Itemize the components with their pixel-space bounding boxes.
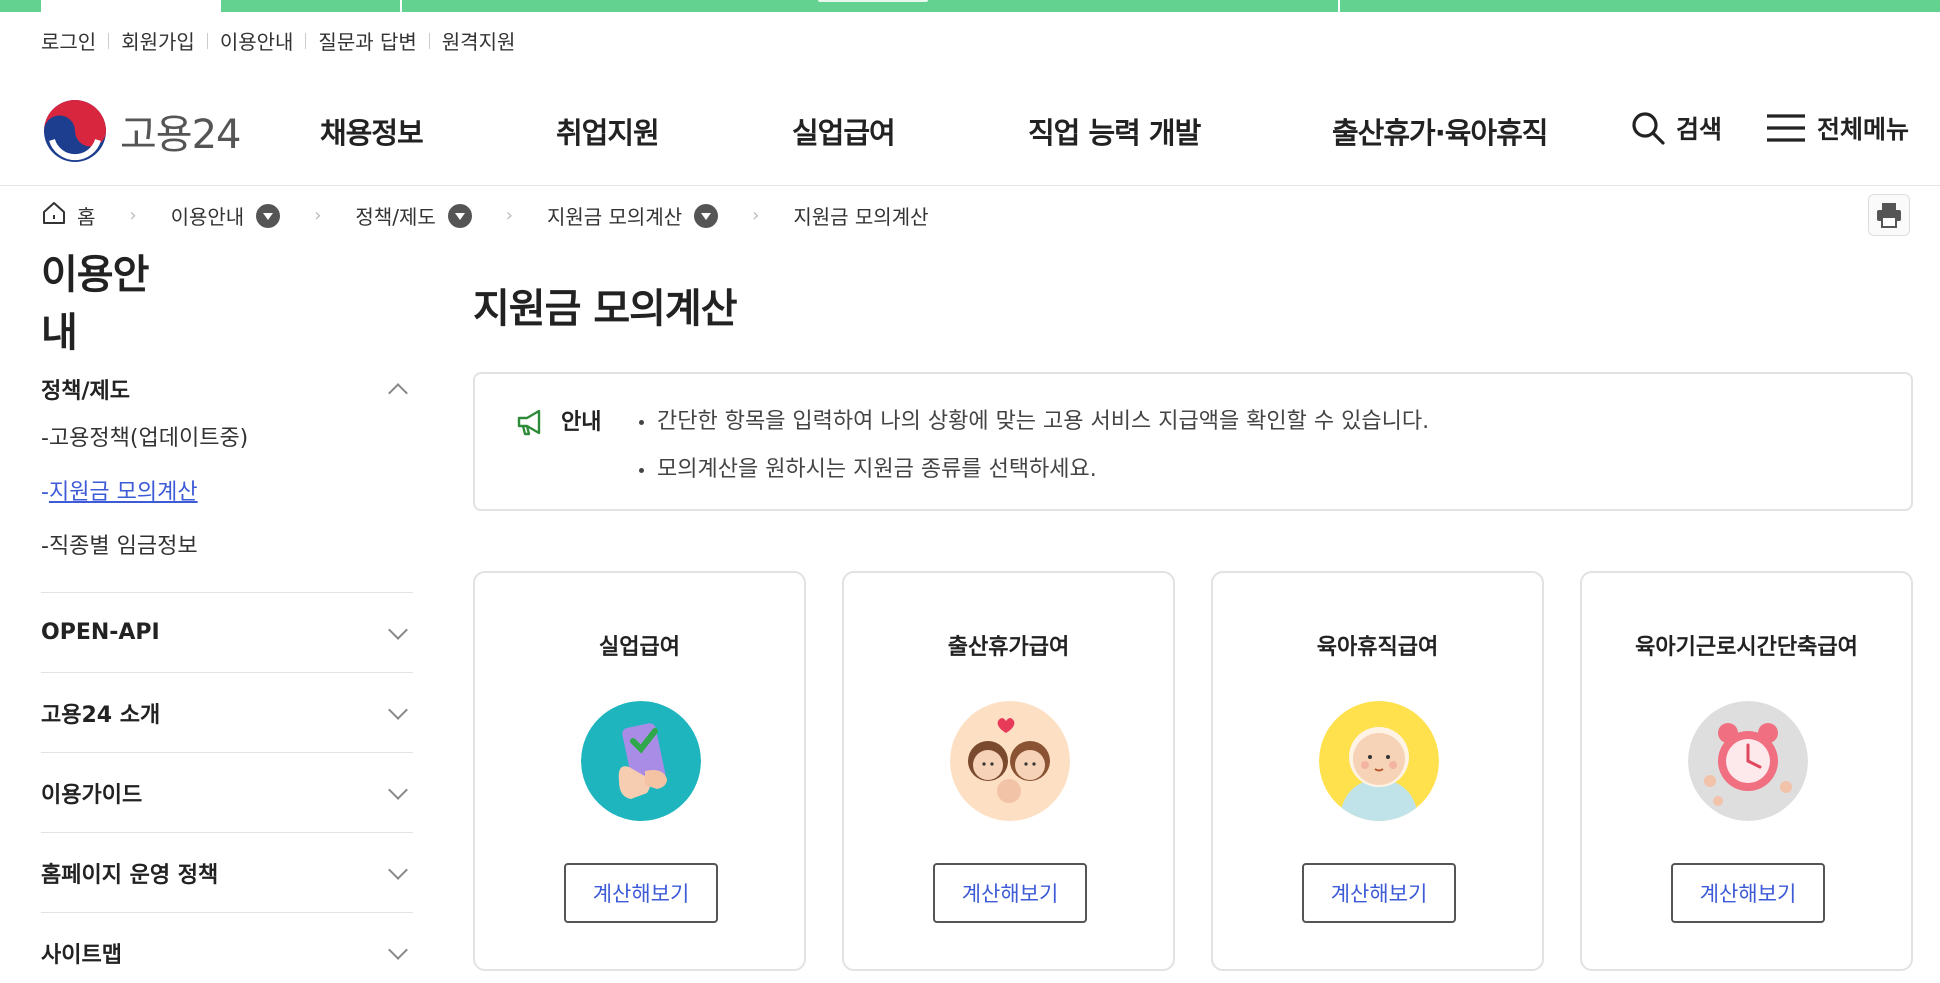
sidebar-group-policy[interactable]: 정책/제도 — [41, 366, 413, 412]
calculate-button[interactable]: 계산해보기 — [1671, 863, 1825, 923]
signup-link[interactable]: 회원가입 — [121, 26, 195, 55]
sidebar-item-subsidy-calculator[interactable]: -지원금 모의계산 — [41, 466, 413, 520]
search-icon — [1632, 112, 1665, 145]
chevron-right-icon: › — [314, 205, 322, 226]
baby-illustration-icon — [1319, 701, 1439, 821]
site-logo[interactable]: 고용24 — [42, 98, 241, 164]
menu-maternity-leave[interactable]: 출산휴가·육아휴직 — [1332, 110, 1548, 152]
family-illustration-icon — [950, 701, 1070, 821]
notice-label: 안내 — [561, 410, 602, 435]
notice-item: 모의계산을 원하시는 지원금 종류를 선택하세요. — [637, 446, 1429, 494]
sidebar-group-label: 고용24 소개 — [41, 702, 161, 728]
logo-text: 고용24 — [120, 112, 241, 158]
sidebar-group-site-policy[interactable]: 홈페이지 운영 정책 — [41, 833, 413, 913]
dropdown-icon[interactable] — [447, 203, 472, 228]
menu-employment-support[interactable]: 취업지원 — [556, 110, 660, 152]
menu-job-skills[interactable]: 직업 능력 개발 — [1028, 110, 1201, 152]
printer-icon — [1877, 203, 1901, 228]
breadcrumb-current-label: 지원금 모의계산 — [793, 205, 929, 229]
divider — [206, 32, 208, 49]
divider — [428, 32, 430, 49]
utility-nav: 로그인 회원가입 이용안내 질문과 답변 원격지원 — [41, 26, 515, 55]
divider — [305, 32, 307, 49]
chevron-down-icon — [388, 619, 408, 640]
breadcrumb-item[interactable]: 지원금 모의계산 — [546, 201, 719, 230]
chevron-right-icon: › — [129, 205, 137, 226]
breadcrumb-home[interactable]: 홈 — [41, 200, 95, 231]
all-menu-label: 전체메뉴 — [1817, 115, 1910, 144]
taegeuk-logo-icon — [44, 100, 106, 162]
breadcrumb-item-label: 지원금 모의계산 — [546, 205, 683, 229]
breadcrumb-home-label: 홈 — [77, 205, 96, 229]
chevron-right-icon: › — [752, 205, 760, 226]
chevron-up-icon — [388, 383, 408, 403]
remote-support-link[interactable]: 원격지원 — [442, 26, 516, 55]
breadcrumb-item-label: 정책/제도 — [355, 205, 436, 229]
megaphone-icon — [517, 409, 541, 436]
breadcrumb-item-label: 이용안내 — [170, 205, 245, 229]
notice-item: 간단한 항목을 입력하여 나의 상황에 맞는 고용 서비스 지급액을 확인할 수… — [637, 398, 1429, 446]
print-button[interactable] — [1868, 194, 1910, 236]
dropdown-icon[interactable] — [256, 203, 281, 228]
sidebar-item-dash: - — [41, 480, 49, 505]
sidebar-title-line: 이용안 — [41, 252, 149, 298]
sidebar-group-label: 이용가이드 — [41, 782, 143, 808]
card-maternity-benefit: 출산휴가급여 계산해보기 — [842, 571, 1175, 971]
breadcrumb-item[interactable]: 이용안내 — [171, 201, 281, 230]
sidebar-group-about[interactable]: 고용24 소개 — [41, 673, 413, 753]
login-link[interactable]: 로그인 — [41, 26, 96, 55]
sidebar-group-sitemap[interactable]: 사이트맵 — [41, 913, 413, 983]
dropdown-icon[interactable] — [694, 203, 719, 228]
sidebar-nav: 정책/제도 -고용정책(업데이트중) -지원금 모의계산 -직종별 임금정보 O… — [41, 366, 413, 983]
card-unemployment-benefit: 실업급여 계산해보기 — [473, 571, 806, 971]
search-button[interactable]: 검색 — [1630, 110, 1722, 146]
menu-unemployment-benefit[interactable]: 실업급여 — [792, 110, 896, 152]
sidebar-title-line: 내 — [41, 310, 78, 356]
chevron-down-icon — [388, 779, 408, 800]
hamburger-icon — [1767, 114, 1805, 142]
breadcrumb-current: 지원금 모의계산 — [793, 201, 928, 230]
sidebar-group-open-api[interactable]: OPEN-API — [41, 593, 413, 673]
search-label: 검색 — [1676, 115, 1723, 144]
notice-box: 안내 간단한 항목을 입력하여 나의 상황에 맞는 고용 서비스 지급액을 확인… — [473, 372, 1913, 511]
sidebar-title: 이용안 내 — [41, 246, 161, 362]
sidebar-group-label: 사이트맵 — [41, 943, 122, 968]
chevron-down-icon — [388, 859, 408, 880]
sidebar-group-usage-guide[interactable]: 이용가이드 — [41, 753, 413, 833]
phone-check-illustration-icon — [581, 701, 701, 821]
sidebar-group-label: 홈페이지 운영 정책 — [41, 862, 219, 888]
card-title: 실업급여 — [599, 635, 680, 660]
sidebar-item-employment-policy[interactable]: -고용정책(업데이트중) — [41, 412, 413, 466]
alarm-clock-illustration-icon — [1688, 701, 1808, 821]
calculate-button[interactable]: 계산해보기 — [933, 863, 1087, 923]
divider — [108, 32, 110, 49]
guide-link[interactable]: 이용안내 — [220, 26, 294, 55]
chevron-down-icon — [388, 940, 408, 960]
top-tab-personal[interactable] — [41, 0, 221, 12]
sidebar-group-label: OPEN-API — [41, 620, 160, 645]
card-title: 육아기근로시간단축급여 — [1635, 635, 1858, 660]
breadcrumb: 홈 › 이용안내 › 정책/제도 › 지원금 모의계산 › 지원금 모의계산 — [41, 200, 929, 231]
top-tab-indicator — [818, 0, 928, 2]
menu-jobs[interactable]: 채용정보 — [320, 110, 424, 152]
card-title: 출산휴가급여 — [947, 635, 1070, 660]
calculate-button[interactable]: 계산해보기 — [1302, 863, 1456, 923]
card-reduced-hours-benefit: 육아기근로시간단축급여 계산해보기 — [1580, 571, 1913, 971]
card-title: 육아휴직급여 — [1316, 635, 1439, 660]
chevron-right-icon: › — [505, 205, 513, 226]
sidebar-group-label: 정책/제도 — [41, 379, 130, 404]
card-parental-leave-benefit: 육아휴직급여 계산해보기 — [1211, 571, 1544, 971]
top-color-bar — [0, 0, 1940, 12]
page-title: 지원금 모의계산 — [473, 286, 738, 332]
qna-link[interactable]: 질문과 답변 — [318, 26, 416, 55]
breadcrumb-item[interactable]: 정책/제도 — [355, 201, 472, 230]
home-icon — [41, 200, 77, 231]
calculate-button[interactable]: 계산해보기 — [564, 863, 718, 923]
notice-list: 간단한 항목을 입력하여 나의 상황에 맞는 고용 서비스 지급액을 확인할 수… — [637, 398, 1429, 494]
all-menu-button[interactable]: 전체메뉴 — [1765, 110, 1909, 146]
sidebar-item-wage-info[interactable]: -직종별 임금정보 — [41, 520, 413, 574]
chevron-down-icon — [388, 699, 408, 720]
sidebar-item-label: 지원금 모의계산 — [48, 480, 198, 505]
global-nav: 고용24 채용정보 취업지원 실업급여 직업 능력 개발 출산휴가·육아휴직 검… — [0, 86, 1940, 186]
